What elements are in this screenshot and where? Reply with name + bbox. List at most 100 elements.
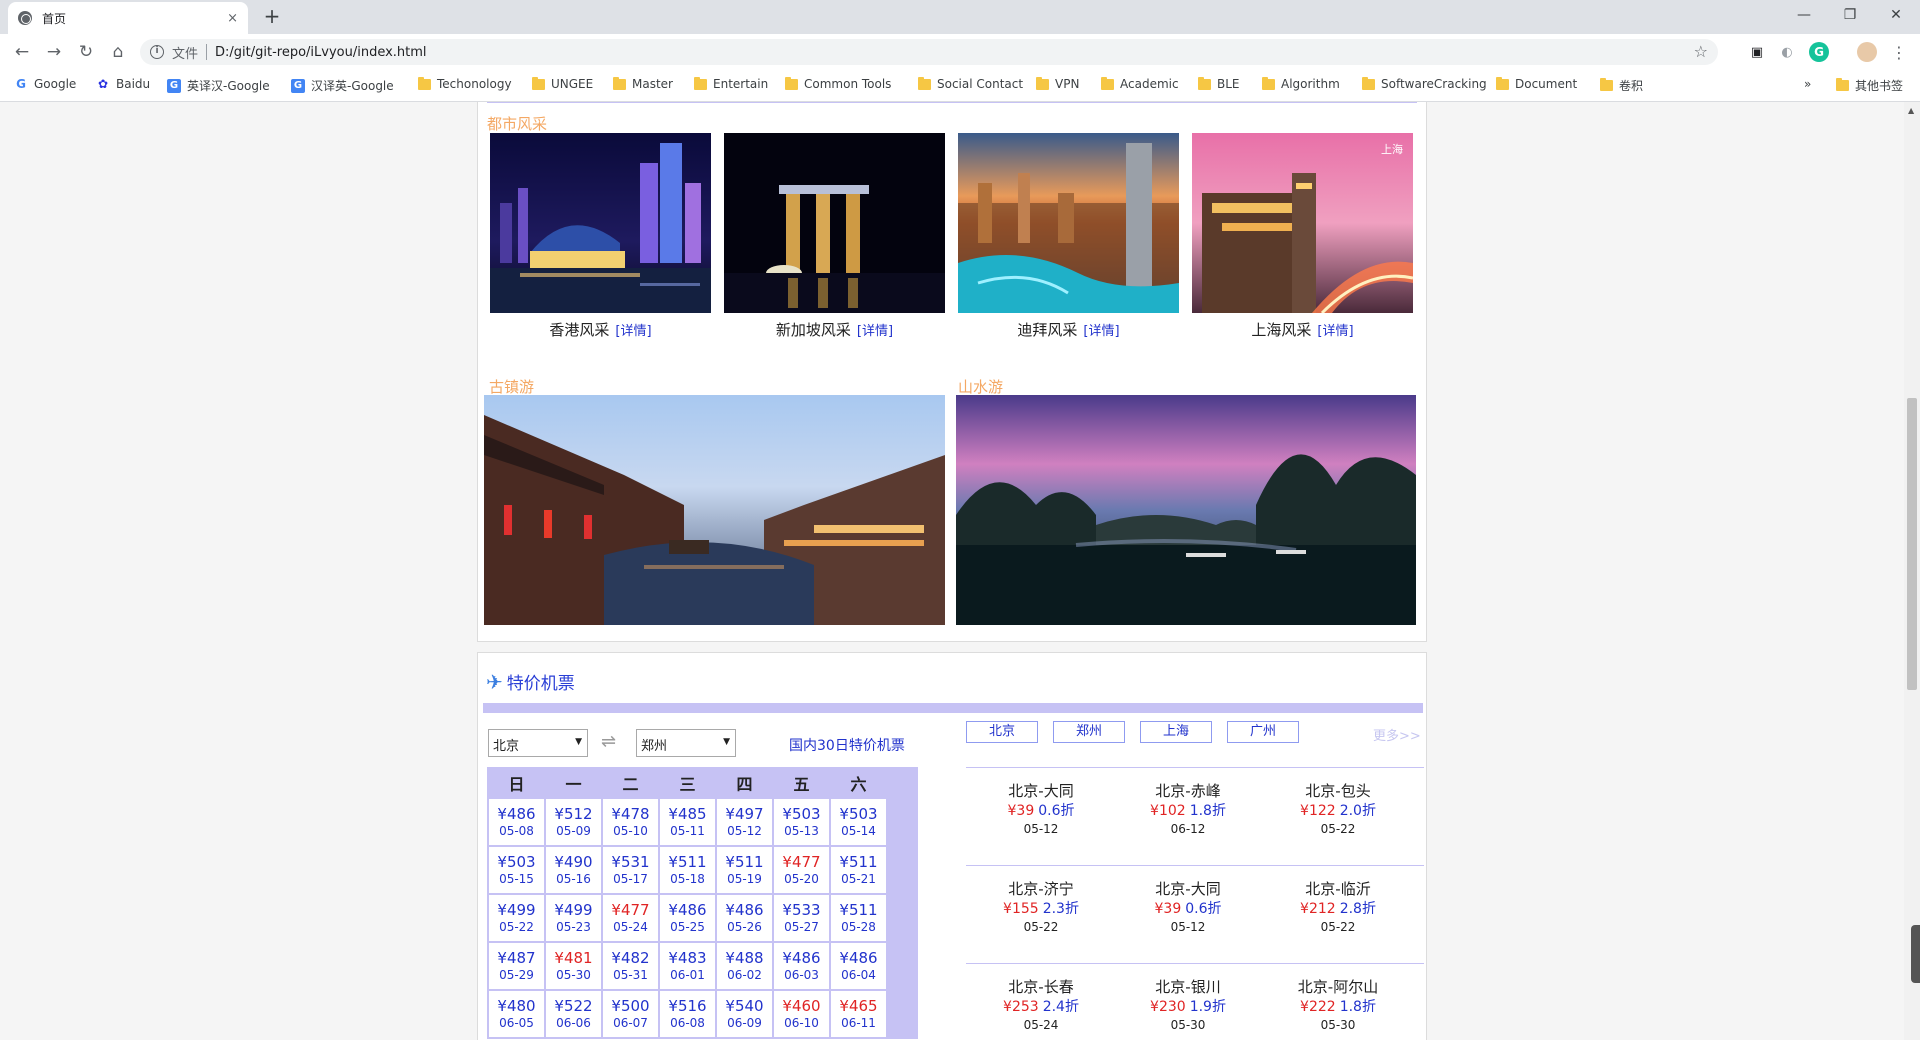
thirty-day-link[interactable]: 国内30日特价机票 bbox=[789, 735, 905, 755]
calendar-day-cell[interactable]: ¥497 05-12 bbox=[717, 799, 772, 845]
more-link[interactable]: 更多>> bbox=[1373, 725, 1421, 744]
detail-link[interactable]: [详情] bbox=[1317, 320, 1353, 339]
restore-icon[interactable]: ❐ bbox=[1828, 0, 1872, 30]
calendar-day-cell[interactable]: ¥488 06-02 bbox=[717, 943, 772, 989]
info-icon[interactable]: i bbox=[150, 45, 164, 59]
scroll-thumb[interactable] bbox=[1907, 398, 1917, 690]
calendar-day-cell[interactable]: ¥516 06-08 bbox=[660, 991, 715, 1037]
swap-cities-icon[interactable]: ⇌ bbox=[601, 731, 616, 752]
calendar-day-cell[interactable]: ¥512 05-09 bbox=[546, 799, 601, 845]
calendar-day-cell[interactable]: ¥511 05-18 bbox=[660, 847, 715, 893]
calendar-day-cell[interactable]: ¥477 05-24 bbox=[603, 895, 658, 941]
reload-icon[interactable]: ↻ bbox=[74, 40, 98, 64]
calendar-day-cell[interactable]: ¥481 05-30 bbox=[546, 943, 601, 989]
menu-icon[interactable]: ⋮ bbox=[1889, 42, 1909, 62]
city-tab[interactable]: 上海 bbox=[1140, 721, 1212, 743]
to-city-select[interactable]: 郑州 ▼ bbox=[636, 729, 736, 757]
new-tab-button[interactable]: + bbox=[258, 4, 286, 28]
calendar-day-cell[interactable]: ¥486 06-04 bbox=[831, 943, 886, 989]
detail-link[interactable]: [详情] bbox=[615, 320, 651, 339]
calendar-day-cell[interactable]: ¥511 05-19 bbox=[717, 847, 772, 893]
bookmark-item[interactable]: VPN bbox=[1036, 76, 1079, 91]
deal-item[interactable]: 北京-济宁 ¥155 2.3折 05-22 bbox=[966, 879, 1116, 935]
calendar-day-cell[interactable]: ¥500 06-07 bbox=[603, 991, 658, 1037]
calendar-day-cell[interactable]: ¥503 05-14 bbox=[831, 799, 886, 845]
bookmark-item[interactable]: BLE bbox=[1198, 76, 1240, 91]
calendar-day-cell[interactable]: ¥490 05-16 bbox=[546, 847, 601, 893]
calendar-day-cell[interactable]: ¥465 06-11 bbox=[831, 991, 886, 1037]
calendar-day-cell[interactable]: ¥480 06-05 bbox=[489, 991, 544, 1037]
calendar-day-cell[interactable]: ¥483 06-01 bbox=[660, 943, 715, 989]
landscape-image[interactable] bbox=[956, 395, 1416, 625]
calendar-day-cell[interactable]: ¥503 05-15 bbox=[489, 847, 544, 893]
calendar-day-cell[interactable]: ¥499 05-22 bbox=[489, 895, 544, 941]
vertical-scrollbar[interactable]: ▲ bbox=[1904, 102, 1920, 1040]
bookmark-item[interactable]: Master bbox=[613, 76, 673, 91]
bookmark-item[interactable]: G 汉译英-Google bbox=[291, 77, 394, 94]
calendar-day-cell[interactable]: ¥486 05-08 bbox=[489, 799, 544, 845]
calendar-day-cell[interactable]: ¥503 05-13 bbox=[774, 799, 829, 845]
detail-link[interactable]: [详情] bbox=[857, 320, 893, 339]
deal-item[interactable]: 北京-银川 ¥230 1.9折 05-30 bbox=[1113, 977, 1263, 1033]
calendar-day-cell[interactable]: ¥478 05-10 bbox=[603, 799, 658, 845]
minimize-icon[interactable]: — bbox=[1782, 0, 1826, 30]
bookmark-star-icon[interactable]: ☆ bbox=[1694, 42, 1708, 61]
home-icon[interactable]: ⌂ bbox=[106, 40, 130, 64]
deal-item[interactable]: 北京-大同 ¥39 0.6折 05-12 bbox=[966, 781, 1116, 837]
address-bar[interactable]: i 文件 D:/git/git-repo/iLvyou/index.html ☆ bbox=[140, 39, 1718, 65]
calendar-day-cell[interactable]: ¥477 05-20 bbox=[774, 847, 829, 893]
deal-item[interactable]: 北京-赤峰 ¥102 1.8折 06-12 bbox=[1113, 781, 1263, 837]
bookmark-item[interactable]: Algorithm bbox=[1262, 76, 1340, 91]
forward-arrow-icon[interactable]: → bbox=[42, 40, 66, 64]
side-widget-tab[interactable] bbox=[1911, 925, 1920, 983]
shanghai-image[interactable]: 上海 bbox=[1192, 133, 1413, 313]
calendar-day-cell[interactable]: ¥487 05-29 bbox=[489, 943, 544, 989]
calendar-day-cell[interactable]: ¥499 05-23 bbox=[546, 895, 601, 941]
calendar-day-cell[interactable]: ¥482 05-31 bbox=[603, 943, 658, 989]
calendar-day-cell[interactable]: ¥460 06-10 bbox=[774, 991, 829, 1037]
bookmark-item[interactable]: G Google bbox=[14, 77, 76, 91]
tab-close-icon[interactable]: × bbox=[227, 11, 238, 26]
close-window-icon[interactable]: ✕ bbox=[1874, 0, 1918, 30]
city-tab[interactable]: 郑州 bbox=[1053, 721, 1125, 743]
calendar-day-cell[interactable]: ¥485 05-11 bbox=[660, 799, 715, 845]
singapore-image[interactable] bbox=[724, 133, 945, 313]
url-text[interactable]: D:/git/git-repo/iLvyou/index.html bbox=[215, 45, 427, 60]
bookmarks-overflow-icon[interactable]: » bbox=[1804, 77, 1811, 91]
bookmark-item[interactable]: Entertain bbox=[694, 76, 768, 91]
bookmark-item[interactable]: SoftwareCracking bbox=[1362, 76, 1487, 91]
extension-icon[interactable]: ◐ bbox=[1777, 42, 1797, 62]
deal-item[interactable]: 北京-大同 ¥39 0.6折 05-12 bbox=[1113, 879, 1263, 935]
hongkong-image[interactable] bbox=[490, 133, 711, 313]
calendar-day-cell[interactable]: ¥531 05-17 bbox=[603, 847, 658, 893]
grammarly-icon[interactable]: G bbox=[1809, 42, 1829, 62]
old-town-image[interactable] bbox=[484, 395, 945, 625]
calendar-day-cell[interactable]: ¥522 06-06 bbox=[546, 991, 601, 1037]
calendar-day-cell[interactable]: ¥533 05-27 bbox=[774, 895, 829, 941]
detail-link[interactable]: [详情] bbox=[1083, 320, 1119, 339]
profile-avatar-icon[interactable] bbox=[1857, 42, 1877, 62]
deal-item[interactable]: 北京-长春 ¥253 2.4折 05-24 bbox=[966, 977, 1116, 1033]
dubai-image[interactable] bbox=[958, 133, 1179, 313]
bookmark-item[interactable]: G 英译汉-Google bbox=[167, 77, 270, 94]
calendar-day-cell[interactable]: ¥511 05-28 bbox=[831, 895, 886, 941]
bookmark-item[interactable]: Document bbox=[1496, 76, 1577, 91]
calendar-day-cell[interactable]: ¥511 05-21 bbox=[831, 847, 886, 893]
city-tab[interactable]: 北京 bbox=[966, 721, 1038, 743]
bookmark-item[interactable]: UNGEE bbox=[532, 76, 593, 91]
bookmark-item[interactable]: Techonology bbox=[418, 76, 512, 91]
bookmark-item[interactable]: ✿ Baidu bbox=[96, 77, 150, 91]
other-bookmarks[interactable]: 其他书签 bbox=[1836, 77, 1903, 94]
bookmark-item[interactable]: Social Contact bbox=[918, 76, 1023, 91]
extension-icon[interactable]: ▣ bbox=[1747, 42, 1767, 62]
browser-tab[interactable]: 首页 × bbox=[8, 2, 248, 34]
deal-item[interactable]: 北京-临沂 ¥212 2.8折 05-22 bbox=[1263, 879, 1413, 935]
calendar-day-cell[interactable]: ¥486 06-03 bbox=[774, 943, 829, 989]
back-arrow-icon[interactable]: ← bbox=[10, 40, 34, 64]
deal-item[interactable]: 北京-包头 ¥122 2.0折 05-22 bbox=[1263, 781, 1413, 837]
calendar-day-cell[interactable]: ¥540 06-09 bbox=[717, 991, 772, 1037]
calendar-day-cell[interactable]: ¥486 05-26 bbox=[717, 895, 772, 941]
from-city-select[interactable]: 北京 ▼ bbox=[488, 729, 588, 757]
calendar-day-cell[interactable]: ¥486 05-25 bbox=[660, 895, 715, 941]
bookmark-item[interactable]: Academic bbox=[1101, 76, 1179, 91]
